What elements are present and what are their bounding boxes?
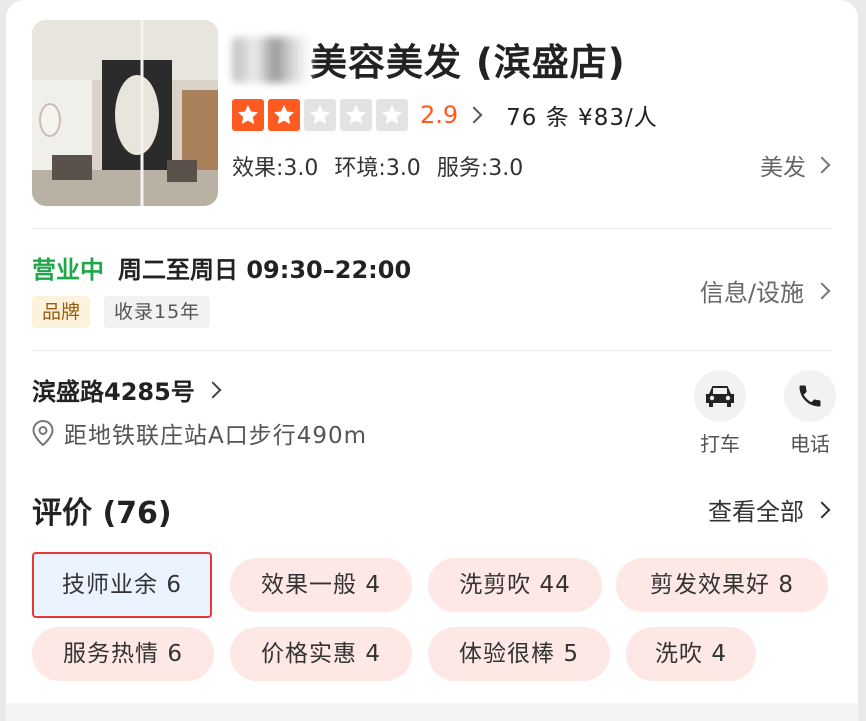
sub-scores: 效果:3.0 环境:3.0 服务:3.0 — [232, 150, 523, 182]
rating-score: 2.9 — [420, 101, 459, 129]
open-status: 营业中 — [32, 256, 104, 284]
taxi-circle — [694, 370, 746, 422]
star-icon — [232, 99, 264, 131]
phone-label: 电话 — [790, 432, 830, 456]
divider — [32, 228, 832, 229]
view-all-label: 查看全部 — [708, 498, 804, 526]
address-text: 滨盛路4285号 — [32, 378, 195, 406]
reviews-title: 评价 (76) — [32, 496, 172, 531]
sub-score-service: 服务:3.0 — [436, 156, 524, 181]
chevron-right-icon — [204, 381, 222, 398]
location-pin-icon — [32, 420, 54, 446]
bottom-edge — [6, 703, 858, 721]
review-tag-chip[interactable]: 洗吹 4 — [626, 627, 756, 681]
review-tag-chip[interactable]: 剪发效果好 8 — [616, 558, 828, 612]
review-tag-chip[interactable]: 洗剪吹 44 — [428, 558, 602, 612]
redacted-name — [232, 37, 310, 83]
chevron-right-icon — [465, 106, 483, 124]
chevron-right-icon — [813, 501, 831, 518]
taxi-button[interactable]: 打车 — [692, 370, 748, 457]
review-tag-chip[interactable]: 价格实惠 4 — [230, 627, 412, 681]
star-icon — [376, 99, 408, 131]
sub-score-environment: 环境:3.0 — [334, 156, 421, 181]
category-link[interactable]: 美发 — [760, 148, 831, 182]
rating-row[interactable]: 2.9 76 条 ¥83/人 — [232, 98, 658, 132]
taxi-label: 打车 — [700, 432, 740, 456]
address-link[interactable]: 滨盛路4285号 — [32, 372, 222, 407]
distance-text: 距地铁联庄站A口步行490m — [64, 423, 368, 449]
car-icon — [706, 386, 734, 407]
review-tag-chip[interactable]: 技师业余 6 — [32, 552, 212, 618]
view-all-reviews-link[interactable]: 查看全部 — [708, 492, 831, 527]
chevron-right-icon — [813, 156, 831, 174]
shop-card: 美容美发 (滨盛店) 2.9 76 条 ¥83/人 效果:3.0 环境:3.0 … — [6, 0, 858, 721]
review-tag-chip[interactable]: 效果一般 4 — [230, 558, 412, 612]
shop-photo[interactable] — [32, 20, 218, 206]
info-facilities-label: 信息/设施 — [699, 279, 804, 307]
review-tag-chip[interactable]: 体验很棒 5 — [428, 627, 610, 681]
shop-name: 美容美发 (滨盛店) — [232, 32, 626, 86]
review-tag-chip[interactable]: 服务热情 6 — [32, 627, 214, 681]
business-hours: 周二至周日 09:30–22:00 — [118, 256, 412, 284]
years-listed-tag: 收录15年 — [104, 296, 211, 328]
star-icon — [304, 99, 336, 131]
info-facilities-link[interactable]: 信息/设施 — [699, 273, 831, 308]
distance-info: 距地铁联庄站A口步行490m — [32, 416, 367, 450]
sub-score-effect: 效果:3.0 — [232, 156, 319, 181]
star-icon — [340, 99, 372, 131]
shop-name-text: 美容美发 (滨盛店) — [310, 41, 626, 84]
chevron-right-icon — [813, 282, 831, 299]
star-icon — [268, 99, 300, 131]
phone-circle — [784, 370, 836, 422]
divider — [32, 350, 832, 351]
salon-image — [32, 20, 218, 206]
brand-tag: 品牌 — [32, 296, 91, 328]
phone-icon — [799, 385, 821, 407]
category-label: 美发 — [760, 155, 806, 181]
review-count-price: 76 条 ¥83/人 — [506, 105, 658, 131]
phone-button[interactable]: 电话 — [782, 370, 838, 457]
